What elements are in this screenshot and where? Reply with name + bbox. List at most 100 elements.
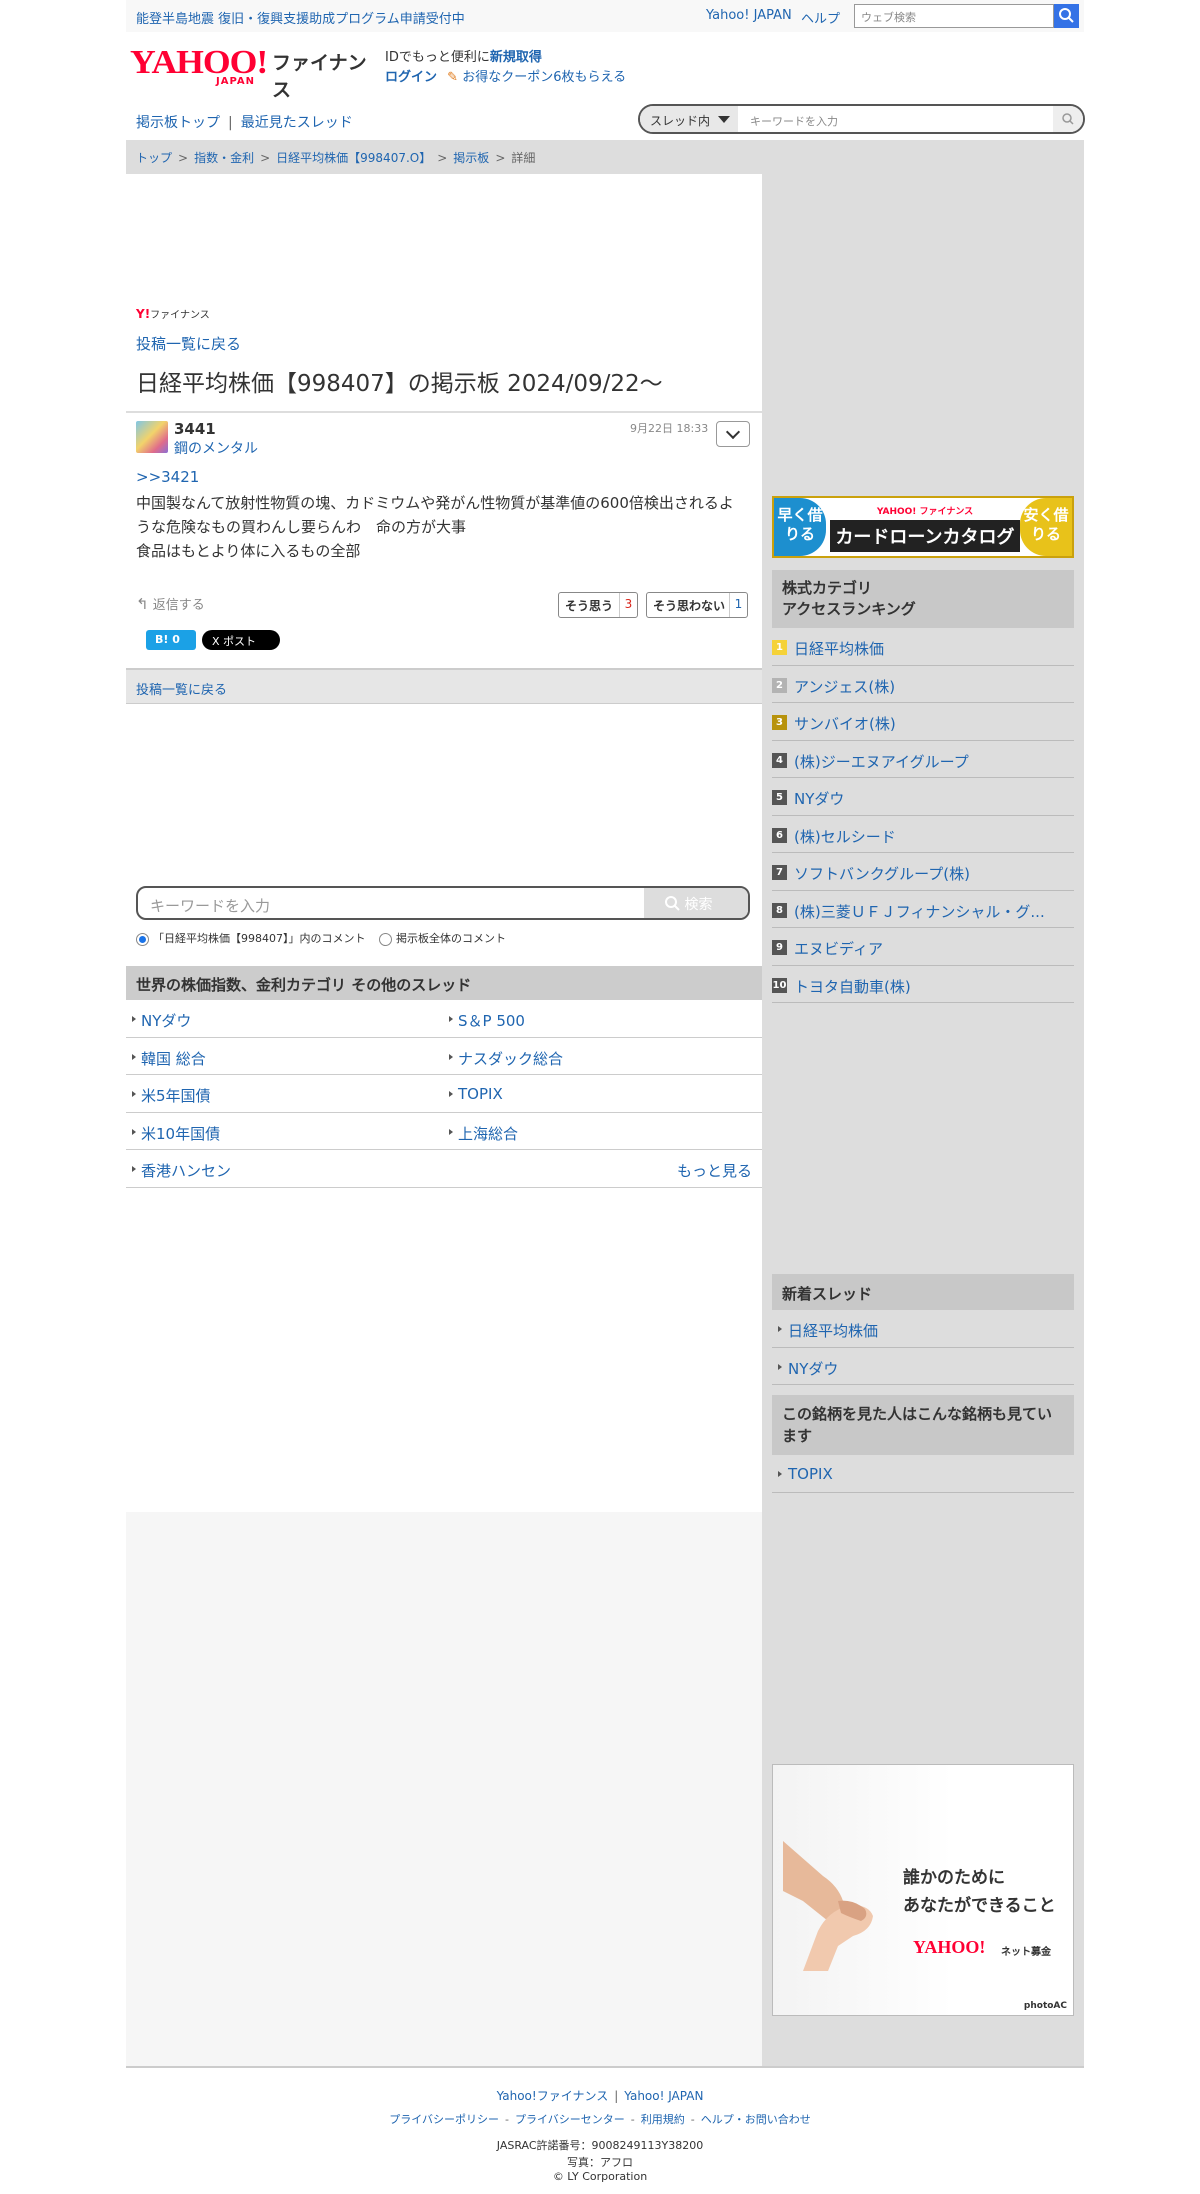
radio-thread-label: 「日経平均株価【998407】」内のコメント	[153, 932, 366, 945]
charity-ad-banner[interactable]: 誰かのために あなたができること YAHOO! ネット募金 photoAC	[772, 1764, 1074, 2016]
breadcrumb-top[interactable]: トップ	[136, 151, 172, 165]
more-threads-link[interactable]: もっと見る	[677, 1160, 752, 1181]
ranking-link[interactable]: (株)セルシード	[794, 826, 1074, 847]
ranking-link[interactable]: ソフトバンクグループ(株)	[794, 863, 1074, 884]
radio-all-comments[interactable]	[379, 932, 392, 946]
new-threads-heading: 新着スレッド	[772, 1274, 1074, 1310]
radio-thread-comments[interactable]	[136, 932, 149, 946]
holding-hands-icon	[783, 1841, 873, 1971]
thread-link[interactable]: 上海総合	[448, 1123, 518, 1144]
thread-link[interactable]: ナスダック総合	[448, 1048, 563, 1069]
ranking-item[interactable]: 8 (株)三菱ＵＦＪフィナンシャル・グ...	[772, 891, 1074, 928]
reply-label: 返信する	[152, 598, 205, 613]
reply-anchor-link[interactable]: >>3421	[136, 468, 199, 486]
list-item: TOPIX	[772, 1455, 1074, 1493]
sub-nav: 掲示板トップ | 最近見たスレッド	[136, 112, 353, 132]
rank-badge: 2	[772, 677, 787, 693]
keyword-search-button-label: 検索	[684, 897, 713, 913]
ad-title: カードローンカタログ	[830, 520, 1020, 552]
reply-button[interactable]: ↰ 返信する	[136, 594, 205, 613]
agree-button[interactable]: そう思う 3	[558, 592, 638, 618]
post-menu-button[interactable]	[716, 421, 750, 447]
ranking-item[interactable]: 1 日経平均株価	[772, 628, 1074, 666]
thread-link[interactable]: 香港ハンセン	[131, 1160, 231, 1181]
new-thread-link[interactable]: NYダウ	[777, 1358, 838, 1379]
breadcrumb-nikkei[interactable]: 日経平均株価【998407.O】	[276, 151, 431, 165]
ranking-link[interactable]: NYダウ	[794, 788, 1074, 809]
search-scope-select[interactable]: スレッド内	[640, 106, 738, 132]
author-link[interactable]: 鋼のメンタル	[174, 438, 258, 458]
footer-sep: -	[630, 2113, 635, 2126]
also-viewed-heading: この銘柄を見た人はこんな銘柄も見ています	[772, 1395, 1074, 1455]
copyright: © LY Corporation	[552, 2170, 648, 2183]
hatena-bookmark-button[interactable]: B! 0	[146, 630, 196, 650]
ranking-item[interactable]: 5 NYダウ	[772, 778, 1074, 816]
thread-link[interactable]: S＆P 500	[449, 1010, 525, 1031]
web-search-input[interactable]: ウェブ検索	[854, 4, 1054, 28]
recent-threads-link[interactable]: 最近見たスレッド	[241, 115, 353, 131]
ranking-item[interactable]: 4 (株)ジーエヌアイグループ	[772, 741, 1074, 778]
keyword-search-box: キーワードを入力 検索	[136, 886, 750, 920]
search-scope-radios: 「日経平均株価【998407】」内のコメント 掲示板全体のコメント	[136, 930, 506, 946]
disagree-count: 1	[729, 593, 747, 617]
ranking-link[interactable]: サンバイオ(株)	[794, 713, 1074, 734]
ranking-list: 1 日経平均株価 2 アンジェス(株) 3 サンバイオ(株) 4 (株)ジーエヌアイグル…	[772, 628, 1074, 1003]
breadcrumb-current: 詳細	[511, 151, 536, 165]
back-to-list-link[interactable]: 投稿一覧に戻る	[136, 333, 241, 354]
privacy-center-link[interactable]: プライバシーセンター	[515, 2113, 625, 2126]
thread-link[interactable]: TOPIX	[449, 1085, 503, 1103]
thread-search-button[interactable]	[1053, 106, 1083, 132]
ranking-item[interactable]: 10 トヨタ自動車(株)	[772, 966, 1074, 1003]
yahoo-japan-link[interactable]: Yahoo! JAPAN	[706, 8, 792, 23]
search-icon	[665, 896, 680, 911]
also-viewed-link[interactable]: TOPIX	[778, 1465, 833, 1483]
thread-link[interactable]: 米5年国債	[132, 1085, 211, 1106]
ranking-link[interactable]: 日経平均株価	[794, 638, 1074, 659]
back-to-list-bar: 投稿一覧に戻る	[126, 668, 762, 704]
login-link[interactable]: ログイン	[385, 70, 437, 85]
disaster-notice-link[interactable]: 能登半島地震 復旧・復興支援助成プログラム申請受付中	[136, 8, 465, 27]
back-to-list-link-2[interactable]: 投稿一覧に戻る	[136, 683, 227, 698]
avatar[interactable]	[136, 421, 168, 453]
register-link[interactable]: 新規取得	[490, 50, 542, 65]
footer-finance-link[interactable]: Yahoo!ファイナンス	[497, 2089, 609, 2103]
ranking-link[interactable]: (株)三菱ＵＦＪフィナンシャル・グ...	[794, 901, 1074, 922]
disagree-button[interactable]: そう思わない 1	[646, 592, 748, 618]
breadcrumb-index[interactable]: 指数・金利	[194, 151, 254, 165]
radio-all-label: 掲示板全体のコメント	[396, 932, 506, 945]
ranking-item[interactable]: 6 (株)セルシード	[772, 816, 1074, 853]
keyword-search-button[interactable]: 検索	[644, 888, 748, 918]
breadcrumb-board[interactable]: 掲示板	[453, 151, 489, 165]
yahoo-finance-logo[interactable]: YAHOO! JAPAN ファイナンス	[130, 44, 380, 101]
list-item: NYダウ	[772, 1348, 1074, 1385]
ranking-link[interactable]: アンジェス(株)	[794, 676, 1074, 697]
ranking-item[interactable]: 7 ソフトバンクグループ(株)	[772, 853, 1074, 891]
web-search-button[interactable]	[1054, 4, 1079, 28]
thread-link[interactable]: 米10年国債	[131, 1123, 220, 1144]
ranking-link[interactable]: (株)ジーエヌアイグループ	[794, 751, 1074, 772]
help-contact-link[interactable]: ヘルプ・お問い合わせ	[701, 2113, 811, 2126]
coupon-link[interactable]: ✎ お得なクーポン6枚もらえる	[447, 70, 626, 85]
thread-link[interactable]: NYダウ	[131, 1010, 191, 1031]
ranking-link[interactable]: トヨタ自動車(株)	[794, 976, 1074, 997]
new-thread-link[interactable]: 日経平均株価	[777, 1320, 878, 1341]
thread-link[interactable]: 韓国 総合	[132, 1048, 206, 1069]
charity-donation-label: ネット募金	[1001, 1947, 1051, 1958]
board-top-link[interactable]: 掲示板トップ	[136, 115, 220, 131]
keyword-search-input[interactable]: キーワードを入力	[150, 895, 270, 916]
charity-line2: あなたができること	[903, 1896, 1056, 1916]
ranking-item[interactable]: 9 エヌビディア	[772, 928, 1074, 966]
x-post-button[interactable]: X ポスト	[202, 630, 280, 650]
terms-link[interactable]: 利用規約	[641, 2113, 685, 2126]
ranking-item[interactable]: 2 アンジェス(株)	[772, 666, 1074, 703]
ranking-link[interactable]: エヌビディア	[794, 938, 1074, 959]
privacy-policy-link[interactable]: プライバシーポリシー	[389, 2113, 499, 2126]
ranking-heading-line1: 株式カテゴリ	[782, 579, 873, 597]
ranking-item[interactable]: 3 サンバイオ(株)	[772, 703, 1074, 741]
card-loan-ad-banner[interactable]: 早く借りる YAHOO! ファイナンス カードローンカタログ 安く借りる	[772, 496, 1074, 558]
breadcrumb-sep: >	[260, 151, 271, 165]
footer-yahoo-link[interactable]: Yahoo! JAPAN	[624, 2089, 703, 2103]
footer-sep: -	[505, 2113, 509, 2126]
thread-search-input[interactable]: キーワードを入力	[750, 113, 838, 129]
help-link[interactable]: ヘルプ	[801, 8, 840, 27]
